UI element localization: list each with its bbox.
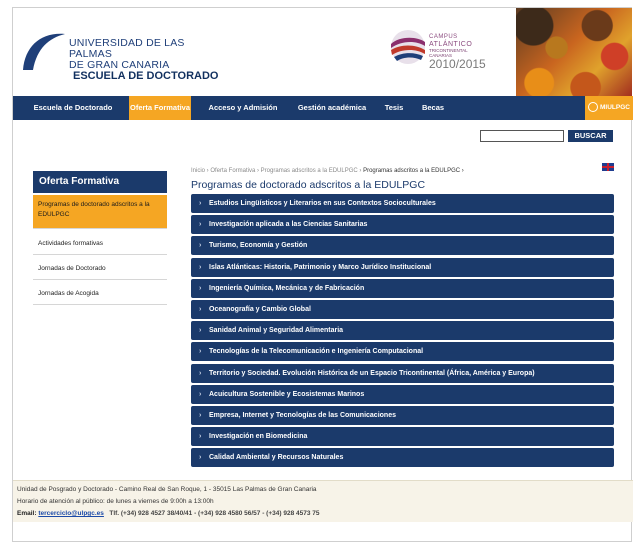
- nav-item-acceso-y-admision[interactable]: Acceso y Admisión: [203, 96, 283, 120]
- chevron-right-icon: ›: [199, 411, 202, 419]
- chevron-right-icon: ›: [199, 305, 202, 313]
- mi-ulpgc-label: MIULPGC: [600, 104, 630, 111]
- program-item[interactable]: › Calidad Ambiental y Recursos Naturales: [191, 448, 614, 468]
- campus-globe-icon: [391, 30, 425, 64]
- breadcrumb-current: Programas adscritos a la EDULPGC ›: [363, 168, 464, 174]
- footer-hours: Horario de atención al público: de lunes…: [17, 498, 214, 505]
- campus-line2: ATLÁNTICO: [429, 41, 473, 48]
- search-button[interactable]: BUSCAR: [568, 130, 613, 142]
- page-title: Programas de doctorado adscritos a la ED…: [191, 179, 426, 191]
- power-icon: [588, 102, 598, 112]
- school-name: ESCUELA DE DOCTORADO: [73, 70, 219, 82]
- ulpgc-logo[interactable]: UNIVERSIDAD DE LAS PALMAS DE GRAN CANARI…: [19, 22, 229, 88]
- sidebar-item-actividades-formativas[interactable]: Actividades formativas: [33, 232, 167, 255]
- sidebar-title: Oferta Formativa: [33, 171, 167, 193]
- program-item[interactable]: › Sanidad Animal y Seguridad Alimentaria: [191, 321, 614, 341]
- program-item[interactable]: › Investigación en Biomedicina: [191, 427, 614, 447]
- program-label: Sanidad Animal y Seguridad Alimentaria: [209, 327, 344, 335]
- campus-text: CAMPUS ATLÁNTICO TRICONTINENTAL CANARIAS…: [429, 34, 486, 71]
- footer-contact: Email: tercerciclo@ulpgc.es Tlf. (+34) 9…: [17, 508, 629, 520]
- ulpgc-logo-icon: [23, 33, 65, 70]
- chevron-right-icon: ›: [199, 433, 202, 441]
- program-label: Tecnologías de la Telecomunicación e Ing…: [209, 348, 424, 356]
- chevron-right-icon: ›: [199, 327, 202, 335]
- program-list: › Estudios Lingüísticos y Literarios en s…: [191, 194, 614, 469]
- sidebar-item-programas[interactable]: Programas de doctorado adscritos a la ED…: [33, 195, 167, 229]
- nav-item-becas[interactable]: Becas: [417, 96, 449, 120]
- site-footer: Unidad de Posgrado y Doctorado - Camino …: [13, 480, 633, 522]
- breadcrumb: Inicio › Oferta Formativa › Programas ad…: [191, 168, 464, 174]
- university-name: UNIVERSIDAD DE LAS PALMAS DE GRAN CANARI…: [69, 38, 229, 71]
- program-item[interactable]: › Tecnologías de la Telecomunicación e In…: [191, 342, 614, 362]
- chevron-right-icon: ›: [199, 263, 202, 271]
- program-label: Estudios Lingüísticos y Literarios en su…: [209, 200, 436, 207]
- chevron-right-icon: ›: [199, 284, 202, 292]
- chevron-right-icon: ›: [199, 242, 202, 250]
- program-label: Investigación en Biomedicina: [209, 433, 308, 441]
- program-label: Turismo, Economía y Gestión: [209, 242, 308, 250]
- main-nav: Escuela de Doctorado Oferta Formativa Ac…: [13, 96, 633, 120]
- chevron-right-icon: ›: [199, 200, 202, 207]
- program-label: Islas Atlánticas: Historia, Patrimonio y…: [209, 263, 432, 271]
- sidebar-item-jornadas-de-acogida[interactable]: Jornadas de Acogida: [33, 282, 167, 305]
- program-item[interactable]: › Ingeniería Química, Mecánica y de Fabri…: [191, 278, 614, 298]
- mi-ulpgc-button[interactable]: MIULPGC: [585, 96, 633, 120]
- header-spices-photo: [516, 8, 632, 96]
- program-label: Oceanografía y Cambio Global: [209, 305, 311, 313]
- program-item[interactable]: › Acuicultura Sostenible y Ecosistemas Ma…: [191, 384, 614, 404]
- program-item[interactable]: › Islas Atlánticas: Historia, Patrimonio …: [191, 257, 614, 277]
- program-label: Investigación aplicada a las Ciencias Sa…: [209, 221, 368, 229]
- nav-item-escuela-de-doctorado[interactable]: Escuela de Doctorado: [23, 96, 123, 120]
- program-item[interactable]: › Turismo, Economía y Gestión: [191, 236, 614, 256]
- footer-phones: Tlf. (+34) 928 4527 38/40/41 - (+34) 928…: [109, 510, 320, 517]
- program-item[interactable]: › Investigación aplicada a las Ciencias S…: [191, 215, 614, 235]
- sidebar-item-jornadas-de-doctorado[interactable]: Jornadas de Doctorado: [33, 257, 167, 280]
- chevron-right-icon: ›: [199, 369, 202, 377]
- chevron-right-icon: ›: [199, 390, 202, 398]
- chevron-right-icon: ›: [199, 221, 202, 229]
- footer-email-label: Email:: [17, 510, 37, 517]
- program-item[interactable]: › Territorio y Sociedad. Evolución Histór…: [191, 363, 614, 383]
- program-item[interactable]: › Estudios Lingüísticos y Literarios en s…: [191, 194, 614, 213]
- footer-address: Unidad de Posgrado y Doctorado - Camino …: [17, 486, 317, 493]
- program-label: Acuicultura Sostenible y Ecosistemas Mar…: [209, 390, 365, 398]
- program-item[interactable]: › Empresa, Internet y Tecnologías de las …: [191, 405, 614, 425]
- chevron-right-icon: ›: [199, 454, 202, 462]
- nav-item-tesis[interactable]: Tesis: [379, 96, 409, 120]
- search-input[interactable]: [480, 130, 564, 142]
- nav-item-gestion-academica[interactable]: Gestión académica: [293, 96, 371, 120]
- program-item[interactable]: › Oceanografía y Cambio Global: [191, 299, 614, 319]
- site-header: UNIVERSIDAD DE LAS PALMAS DE GRAN CANARI…: [13, 8, 633, 96]
- english-flag-icon[interactable]: [602, 163, 614, 171]
- program-label: Ingeniería Química, Mecánica y de Fabric…: [209, 284, 365, 292]
- program-label: Calidad Ambiental y Recursos Naturales: [209, 454, 344, 462]
- campus-year: 2010/2015: [429, 57, 486, 71]
- university-name-line1: UNIVERSIDAD DE LAS PALMAS: [69, 37, 185, 60]
- campus-atlantico-logo[interactable]: CAMPUS ATLÁNTICO TRICONTINENTAL CANARIAS…: [389, 26, 489, 72]
- breadcrumb-path[interactable]: Inicio › Oferta Formativa › Programas ad…: [191, 168, 361, 174]
- program-label: Territorio y Sociedad. Evolución Históri…: [209, 369, 535, 377]
- page-frame: UNIVERSIDAD DE LAS PALMAS DE GRAN CANARI…: [12, 7, 633, 542]
- program-label: Empresa, Internet y Tecnologías de las C…: [209, 411, 396, 419]
- nav-item-oferta-formativa[interactable]: Oferta Formativa: [129, 96, 191, 120]
- chevron-right-icon: ›: [199, 348, 202, 356]
- campus-line1: CAMPUS: [429, 34, 458, 40]
- footer-email-link[interactable]: tercerciclo@ulpgc.es: [38, 510, 104, 517]
